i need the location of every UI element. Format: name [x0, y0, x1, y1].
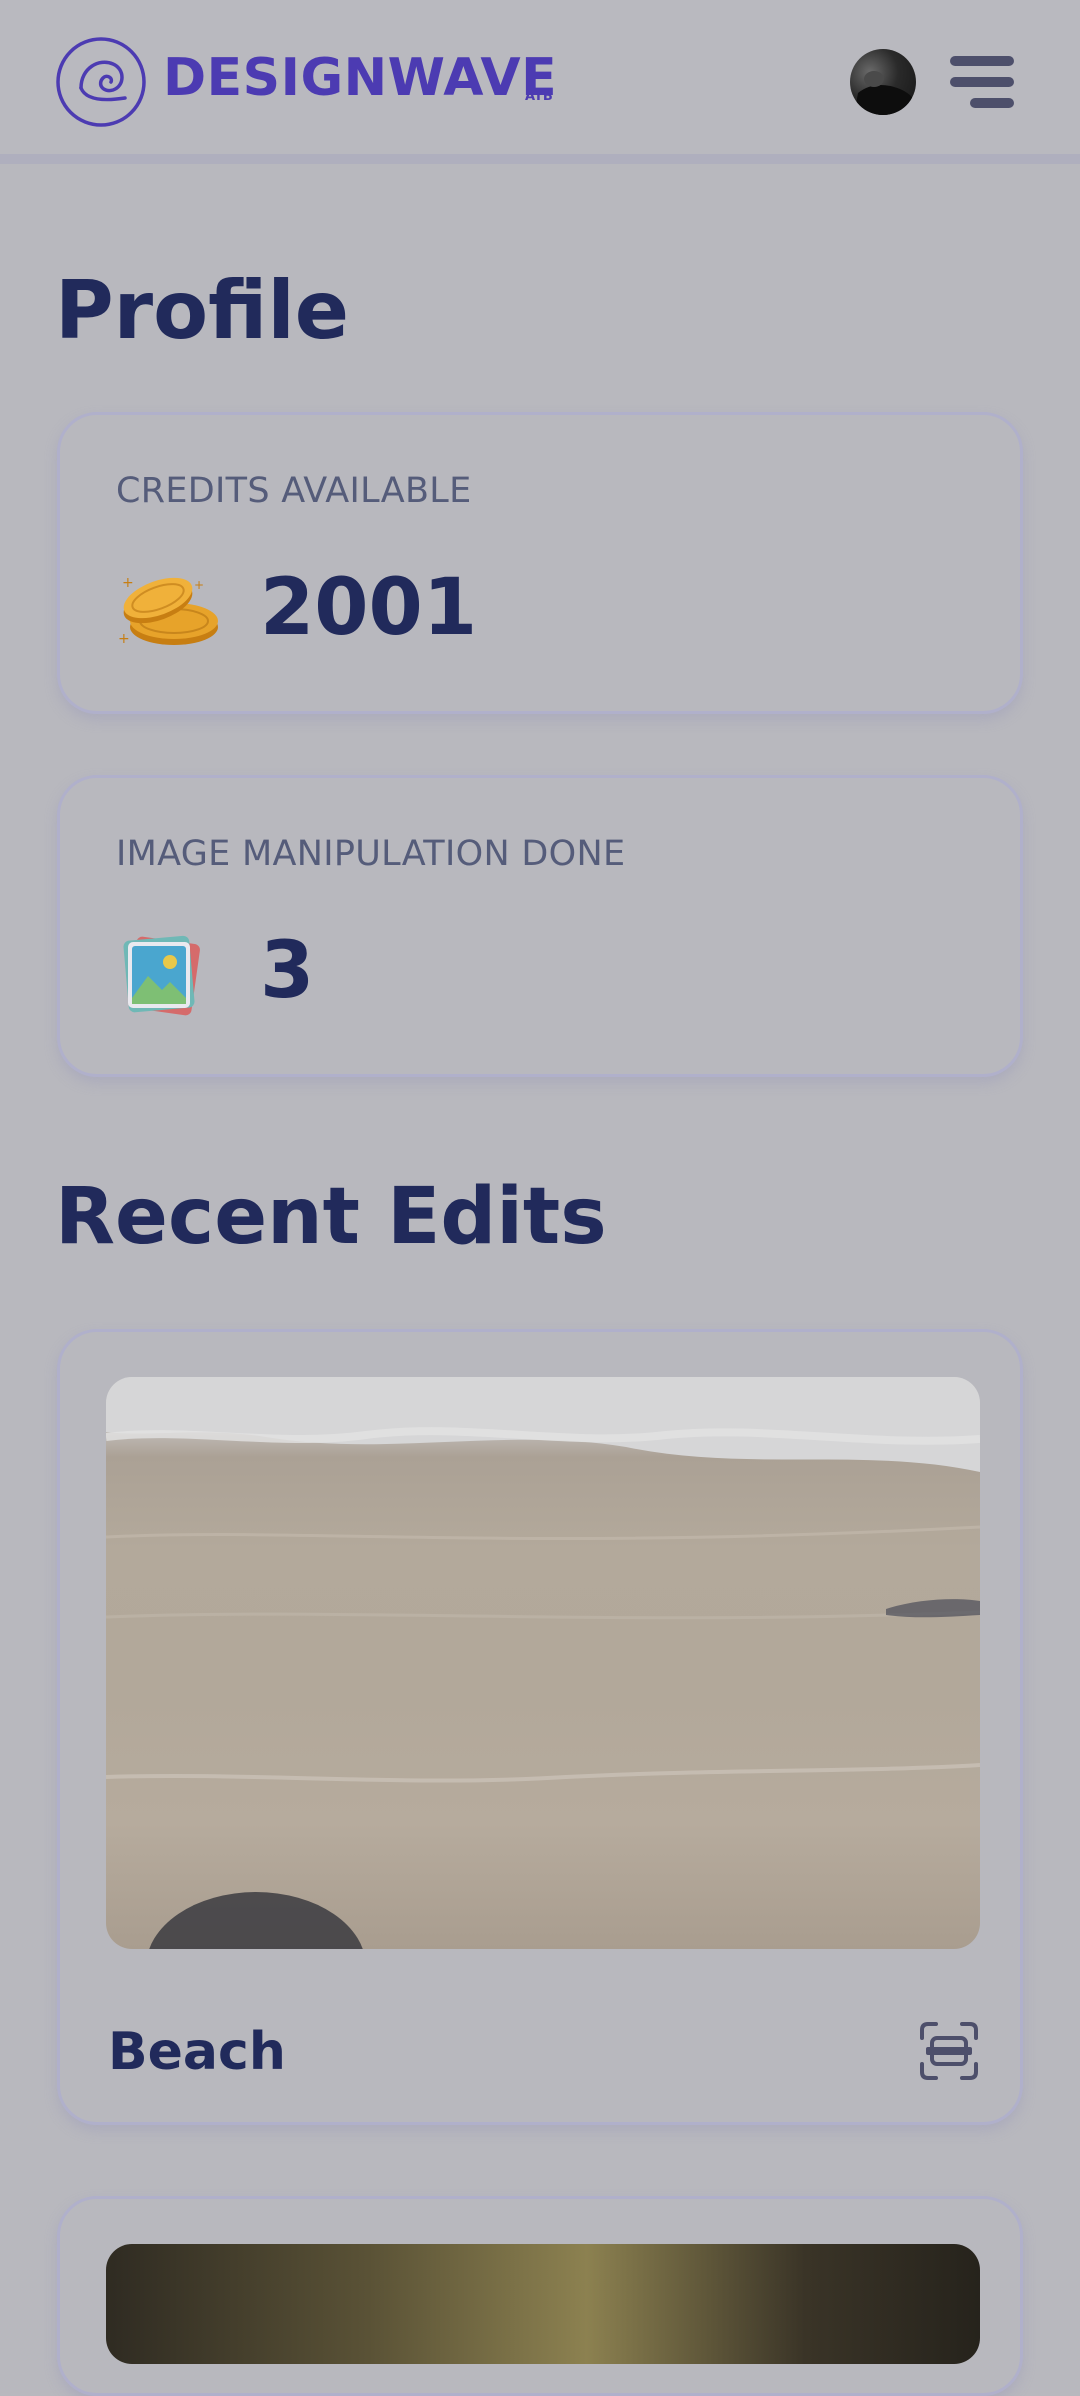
svg-text:+: +: [122, 575, 134, 591]
app-header: DESIGNWAVE ATB: [0, 0, 1080, 164]
edit-thumbnail-2[interactable]: [106, 2244, 980, 2364]
manipulation-value: 3: [260, 926, 315, 1016]
manipulation-card: IMAGE MANIPULATION DONE 3: [57, 775, 1023, 1077]
brand-suffix: ATB: [525, 89, 553, 104]
hamburger-menu-icon[interactable]: [950, 54, 1014, 110]
credits-value: 2001: [260, 563, 478, 653]
wave-logo-icon[interactable]: [55, 36, 147, 128]
brand-name: DESIGNWAVE: [163, 48, 558, 108]
edit-title: Beach: [108, 2022, 286, 2082]
manipulation-label: IMAGE MANIPULATION DONE: [116, 834, 626, 874]
recent-edit-card-2[interactable]: [57, 2196, 1023, 2396]
scan-icon[interactable]: [918, 2020, 980, 2082]
credits-card: CREDITS AVAILABLE + + + 2001: [57, 412, 1023, 714]
page-title: Profile: [55, 264, 350, 357]
coins-icon: + + +: [118, 575, 218, 647]
svg-text:+: +: [194, 578, 204, 592]
credits-label: CREDITS AVAILABLE: [116, 471, 472, 511]
avatar[interactable]: [850, 49, 916, 115]
recent-edits-title: Recent Edits: [55, 1172, 607, 1262]
edit-thumbnail[interactable]: [106, 1377, 980, 1949]
image-stack-icon: [123, 935, 200, 1016]
recent-edit-card[interactable]: Beach: [57, 1329, 1023, 2125]
svg-text:+: +: [118, 631, 130, 647]
